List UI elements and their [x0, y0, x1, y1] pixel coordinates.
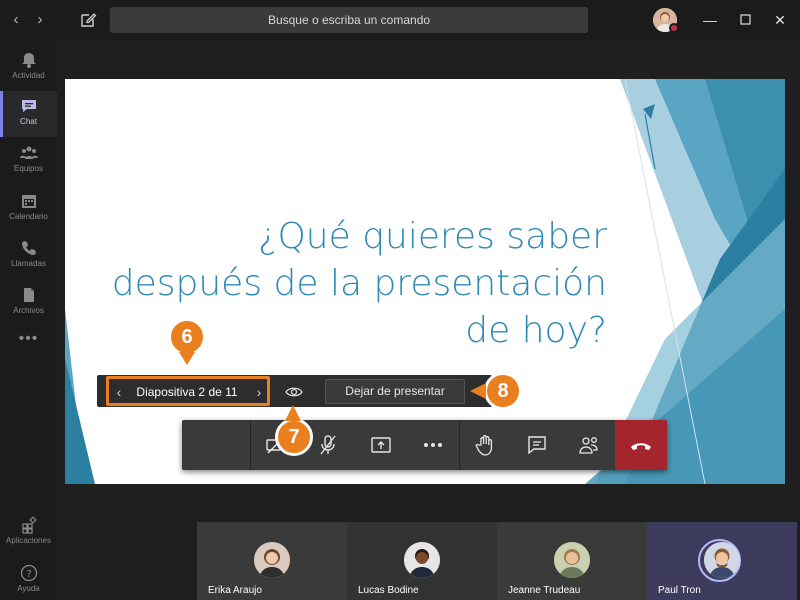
previous-slide-button[interactable]: ‹ — [112, 383, 126, 401]
raise-hand-icon[interactable] — [473, 433, 497, 457]
sidebar-item-label: Chat — [20, 117, 37, 126]
callout-pointer — [470, 383, 486, 399]
avatar — [554, 542, 590, 578]
teams-icon — [19, 146, 38, 159]
more-apps-button[interactable]: ••• — [0, 326, 57, 356]
sidebar-item-help[interactable]: ? Ayuda — [0, 558, 57, 600]
app-bar: Actividad Chat Equipos Calendario Llamad… — [0, 40, 57, 600]
title-bar: ‹ › Busque o escriba un comando — ✕ — [0, 0, 800, 40]
new-chat-icon[interactable] — [78, 10, 98, 30]
phone-icon — [21, 241, 36, 255]
participant-name: Paul Tron — [658, 585, 701, 596]
sidebar-item-calendar[interactable]: Calendario — [0, 186, 57, 232]
conversation-icon[interactable] — [525, 433, 549, 457]
sidebar-item-activity[interactable]: Actividad — [0, 45, 57, 91]
callout-pointer — [285, 405, 301, 421]
callout-badge-8: 8 — [484, 372, 522, 410]
eye-icon[interactable] — [284, 382, 304, 402]
participants-icon[interactable] — [577, 433, 601, 457]
avatar — [254, 542, 290, 578]
maximize-icon[interactable] — [735, 10, 755, 30]
minimize-icon[interactable]: — — [700, 10, 720, 30]
callout-pointer — [179, 352, 195, 365]
participant-tile[interactable]: Jeanne Trudeau — [497, 522, 647, 600]
mic-off-icon[interactable] — [316, 433, 340, 457]
sidebar-item-label: Archivos — [13, 306, 44, 315]
close-icon[interactable]: ✕ — [770, 10, 790, 30]
ellipsis-icon: ••• — [18, 330, 39, 347]
back-button[interactable]: ‹ — [6, 10, 26, 30]
slide-navigator: ‹ Diapositiva 2 de 11 › — [106, 376, 270, 406]
share-screen-icon[interactable] — [369, 433, 393, 457]
call-controls — [182, 420, 667, 470]
hang-up-icon — [631, 443, 651, 450]
slide-counter: Diapositiva 2 de 11 — [136, 385, 238, 399]
avatar — [404, 542, 440, 578]
file-icon — [23, 288, 34, 302]
bell-icon — [21, 53, 36, 68]
sidebar-item-calls[interactable]: Llamadas — [0, 233, 57, 279]
sidebar-item-files[interactable]: Archivos — [0, 280, 57, 326]
divider — [459, 420, 460, 470]
callout-badge-6: 6 — [168, 318, 206, 356]
callout-badge-7: 7 — [275, 418, 313, 456]
participant-tile[interactable]: Paul Tron — [647, 522, 797, 600]
forward-button[interactable]: › — [30, 10, 50, 30]
sidebar-item-teams[interactable]: Equipos — [0, 138, 57, 184]
help-icon: ? — [20, 564, 37, 582]
chat-icon — [21, 100, 36, 112]
slide-title-line: ¿Qué quieres saber — [258, 216, 607, 257]
participant-name: Lucas Bodine — [358, 585, 419, 596]
hang-up-button[interactable] — [615, 420, 667, 470]
apps-icon — [21, 516, 37, 534]
sidebar-item-apps[interactable]: Aplicaciones — [0, 510, 57, 556]
participant-tile[interactable]: Erika Araujo — [197, 522, 347, 600]
avatar — [704, 542, 740, 578]
participant-gallery: Erika Araujo Lucas Bodine Jeanne Trudeau… — [197, 522, 800, 600]
participant-name: Erika Araujo — [208, 585, 262, 596]
sidebar-item-label: Ayuda — [17, 584, 40, 593]
svg-text:?: ? — [26, 569, 31, 580]
sidebar-item-label: Actividad — [12, 71, 45, 80]
sidebar-item-label: Equipos — [14, 164, 43, 173]
participant-tile[interactable]: Lucas Bodine — [347, 522, 497, 600]
participant-name: Jeanne Trudeau — [508, 585, 581, 596]
more-options-icon[interactable] — [421, 433, 445, 457]
stop-presenting-button[interactable]: Dejar de presentar — [325, 379, 465, 404]
divider — [250, 420, 251, 470]
next-slide-button[interactable]: › — [252, 383, 266, 401]
slide-title-line: después de la presentación — [111, 263, 607, 304]
sidebar-item-chat[interactable]: Chat — [0, 91, 57, 137]
calendar-icon — [21, 195, 36, 208]
sidebar-item-label: Aplicaciones — [6, 536, 51, 545]
status-badge — [669, 23, 679, 33]
teams-window: ‹ › Busque o escriba un comando — ✕ Acti… — [0, 0, 800, 600]
sidebar-item-label: Calendario — [9, 212, 48, 221]
search-input[interactable]: Busque o escriba un comando — [110, 7, 588, 33]
sidebar-item-label: Llamadas — [11, 259, 46, 268]
